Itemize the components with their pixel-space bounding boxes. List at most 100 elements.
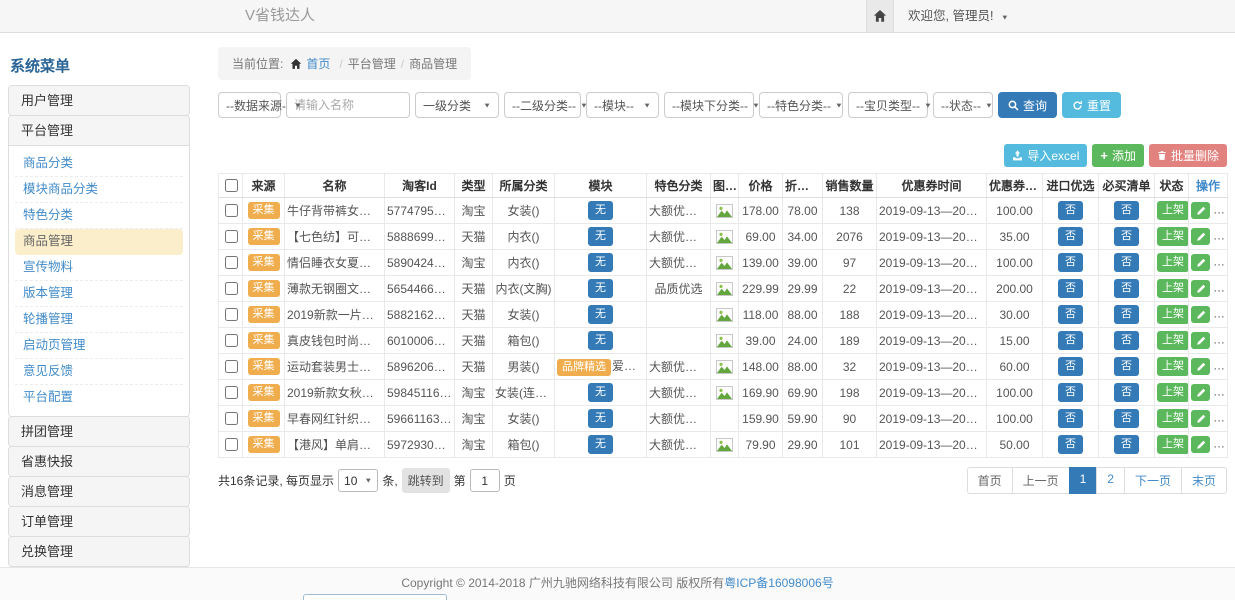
sidebar-item-platform-config[interactable]: 平台配置 (15, 385, 183, 411)
import-select-toggle[interactable]: 否 (1058, 331, 1083, 350)
import-select-toggle[interactable]: 否 (1058, 305, 1083, 324)
row-checkbox[interactable] (225, 282, 238, 295)
status-badge[interactable]: 上架 (1157, 201, 1189, 220)
sidebar-item-goods-category[interactable]: 商品分类 (15, 151, 183, 177)
page-button-1[interactable]: 1 (1069, 467, 1098, 494)
must-buy-toggle[interactable]: 否 (1114, 357, 1139, 376)
add-button[interactable]: + 添加 (1092, 144, 1144, 167)
sidebar-item-module-goods-category[interactable]: 模块商品分类 (15, 177, 183, 203)
sidebar-item-feedback[interactable]: 意见反馈 (15, 359, 183, 385)
sidebar-item-carousel-management[interactable]: 轮播管理 (15, 307, 183, 333)
reset-button[interactable]: 重置 (1062, 92, 1121, 118)
import-select-toggle[interactable]: 否 (1058, 253, 1083, 272)
name-input[interactable] (286, 92, 410, 118)
edit-button[interactable] (1191, 384, 1210, 401)
sidebar-item-promo-material[interactable]: 宣传物料 (15, 255, 183, 281)
must-buy-toggle[interactable]: 否 (1114, 201, 1139, 220)
import-select-toggle[interactable]: 否 (1058, 435, 1083, 454)
row-checkbox[interactable] (225, 204, 238, 217)
row-checkbox[interactable] (225, 412, 238, 425)
import-select-toggle[interactable]: 否 (1058, 409, 1083, 428)
status-select[interactable]: --状态--▼ (933, 92, 993, 118)
edit-button[interactable] (1191, 410, 1210, 427)
must-buy-toggle[interactable]: 否 (1114, 435, 1139, 454)
module-sub-category-select[interactable]: --模块下分类--▼ (664, 92, 754, 118)
row-checkbox[interactable] (225, 334, 238, 347)
home-button[interactable] (866, 0, 894, 32)
status-badge[interactable]: 上架 (1157, 279, 1189, 298)
jump-page-input[interactable] (470, 469, 500, 492)
edit-button[interactable] (1191, 280, 1210, 297)
edit-button[interactable] (1191, 228, 1210, 245)
status-badge[interactable]: 上架 (1157, 409, 1189, 428)
per-page-select[interactable]: 10 ▼ (338, 469, 378, 492)
import-excel-button[interactable]: 导入excel (1004, 144, 1087, 167)
page-button-下一页[interactable]: 下一页 (1124, 467, 1182, 494)
sidebar-item-feature-category[interactable]: 特色分类 (15, 203, 183, 229)
sidebar-item-splash-page-management[interactable]: 启动页管理 (15, 333, 183, 359)
must-buy-toggle[interactable]: 否 (1114, 383, 1139, 402)
edit-button[interactable] (1191, 254, 1210, 271)
breadcrumb-home-link[interactable]: 首页 (306, 55, 330, 72)
column-header-coupon-amount: 优惠券金额 (987, 174, 1043, 198)
data-source-select[interactable]: --数据来源--▼ (218, 92, 281, 118)
feature-category-select[interactable]: --特色分类--▼ (759, 92, 843, 118)
page-button-首页[interactable]: 首页 (967, 467, 1013, 494)
page-button-上一页[interactable]: 上一页 (1012, 467, 1070, 494)
sidebar-section-saving-express[interactable]: 省惠快报 (9, 447, 189, 476)
status-badge[interactable]: 上架 (1157, 305, 1189, 324)
batch-delete-button[interactable]: 批量删除 (1149, 144, 1227, 167)
user-menu[interactable]: 欢迎您, 管理员! ▼ (908, 0, 1009, 34)
feature-cell: 大额优惠券 (647, 406, 711, 432)
sidebar-section-group-buy-management[interactable]: 拼团管理 (9, 417, 189, 446)
status-badge[interactable]: 上架 (1157, 253, 1189, 272)
status-cell: 上架 (1155, 224, 1189, 250)
status-badge[interactable]: 上架 (1157, 383, 1189, 402)
edit-button[interactable] (1191, 202, 1210, 219)
sidebar-item-goods-management[interactable]: 商品管理 (15, 229, 183, 255)
import-select-toggle[interactable]: 否 (1058, 383, 1083, 402)
level1-category-select[interactable]: 一级分类▼ (415, 92, 499, 118)
status-badge[interactable]: 上架 (1157, 435, 1189, 454)
import-select-toggle[interactable]: 否 (1058, 201, 1083, 220)
edit-button[interactable] (1191, 306, 1210, 323)
status-badge[interactable]: 上架 (1157, 357, 1189, 376)
status-badge[interactable]: 上架 (1157, 227, 1189, 246)
page-button-2[interactable]: 2 (1096, 467, 1125, 494)
row-checkbox[interactable] (225, 230, 238, 243)
item-type-select[interactable]: --宝贝类型--▼ (848, 92, 928, 118)
status-badge[interactable]: 上架 (1157, 331, 1189, 350)
import-select-toggle[interactable]: 否 (1058, 357, 1083, 376)
sidebar-section-platform-management[interactable]: 平台管理 (9, 116, 189, 145)
sidebar-section-order-management[interactable]: 订单管理 (9, 507, 189, 536)
must-buy-toggle[interactable]: 否 (1114, 331, 1139, 350)
sidebar-section-user-management[interactable]: 用户管理 (9, 86, 189, 115)
row-checkbox[interactable] (225, 256, 238, 269)
edit-button[interactable] (1191, 332, 1210, 349)
row-checkbox[interactable] (225, 438, 238, 451)
jump-button[interactable]: 跳转到 (402, 468, 450, 493)
category-cell: 女装() (493, 302, 555, 328)
must-buy-toggle[interactable]: 否 (1114, 279, 1139, 298)
import-select-toggle[interactable]: 否 (1058, 279, 1083, 298)
row-checkbox[interactable] (225, 386, 238, 399)
level2-category-select[interactable]: --二级分类--▼ (504, 92, 581, 118)
select-all-checkbox[interactable] (225, 179, 238, 192)
sidebar-item-version-management[interactable]: 版本管理 (15, 281, 183, 307)
sidebar-section-message-management[interactable]: 消息管理 (9, 477, 189, 506)
must-buy-toggle[interactable]: 否 (1114, 409, 1139, 428)
edit-button[interactable] (1191, 358, 1210, 375)
search-button[interactable]: 查询 (998, 92, 1057, 118)
import-select-toggle[interactable]: 否 (1058, 227, 1083, 246)
must-buy-toggle[interactable]: 否 (1114, 253, 1139, 272)
type-cell: 天猫 (455, 224, 493, 250)
must-buy-toggle[interactable]: 否 (1114, 305, 1139, 324)
page-button-末页[interactable]: 末页 (1181, 467, 1227, 494)
row-checkbox[interactable] (225, 308, 238, 321)
icp-link[interactable]: 粤ICP备16098006号 (724, 576, 833, 590)
sidebar-section-exchange-management[interactable]: 兑换管理 (9, 537, 189, 566)
must-buy-toggle[interactable]: 否 (1114, 227, 1139, 246)
row-checkbox[interactable] (225, 360, 238, 373)
module-select[interactable]: --模块--▼ (586, 92, 659, 118)
edit-button[interactable] (1191, 436, 1210, 453)
